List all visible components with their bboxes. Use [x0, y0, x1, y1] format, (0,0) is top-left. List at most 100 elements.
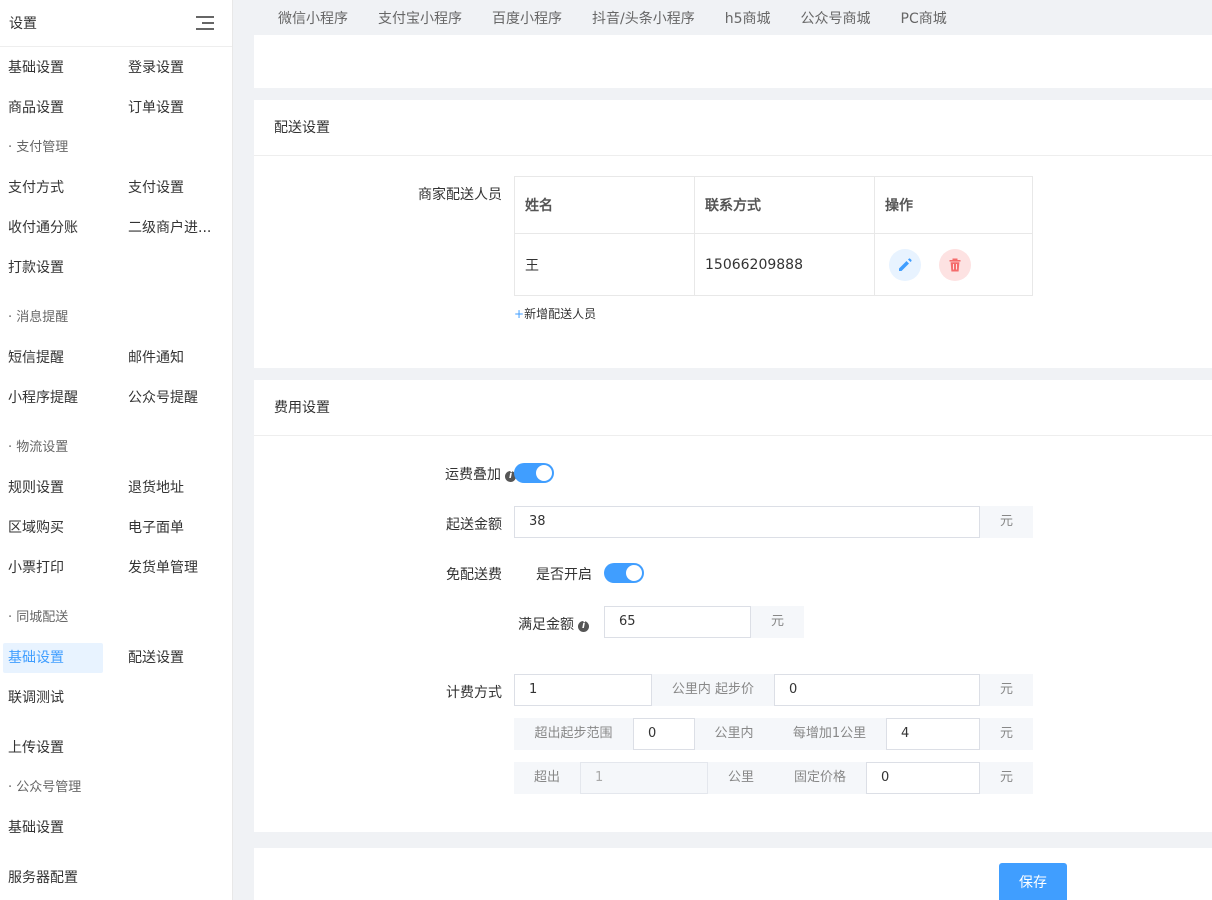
- sidebar-item-sms[interactable]: 短信提醒: [3, 343, 103, 373]
- sidebar-row: 收付通分账 二级商户进...: [0, 213, 233, 243]
- per-km-addon: 每增加1公里: [773, 718, 886, 750]
- sidebar-item-e-waybill[interactable]: 电子面单: [123, 513, 223, 543]
- sidebar-item-region-purchase[interactable]: 区域购买: [3, 513, 103, 543]
- plus-icon: +: [514, 307, 525, 321]
- sidebar-item-return-address[interactable]: 退货地址: [123, 473, 223, 503]
- km-addon: 公里: [708, 762, 774, 794]
- base-price-unit: 元: [980, 674, 1033, 706]
- beyond-km-input[interactable]: 0: [633, 718, 695, 750]
- fee-stack-label: 运费叠加 i: [445, 464, 516, 484]
- sidebar-item-order-settings[interactable]: 订单设置: [123, 93, 223, 123]
- tab-alipay-miniprogram[interactable]: 支付宝小程序: [378, 8, 462, 28]
- sidebar-item-login-settings[interactable]: 登录设置: [123, 53, 223, 83]
- delivery-settings-card: 配送设置 商家配送人员 姓名 联系方式 操作 王 15066209888 +新增…: [254, 100, 1212, 368]
- tab-wechat-miniprogram[interactable]: 微信小程序: [278, 8, 348, 28]
- info-icon[interactable]: i: [578, 621, 589, 632]
- column-header-actions: 操作: [874, 176, 1033, 234]
- sidebar-item-email[interactable]: 邮件通知: [123, 343, 223, 373]
- sidebar-item-basic-settings[interactable]: 基础设置: [3, 53, 103, 83]
- sidebar-row: 上传设置: [0, 733, 233, 763]
- per-km-price-input[interactable]: 4: [886, 718, 980, 750]
- edit-staff-button[interactable]: [889, 248, 921, 281]
- sidebar-row: 短信提醒 邮件通知: [0, 343, 233, 373]
- fixed-price-addon: 固定价格: [774, 762, 866, 794]
- exceed-km-input[interactable]: 1: [580, 762, 708, 794]
- fee-settings-title: 费用设置: [254, 380, 1212, 436]
- sidebar-item-delivery-settings[interactable]: 配送设置: [123, 643, 223, 673]
- sidebar-item-invoice-manage[interactable]: 发货单管理: [123, 553, 223, 583]
- sidebar-title: 设置: [9, 16, 37, 32]
- fixed-price-unit: 元: [980, 762, 1033, 794]
- min-amount-unit: 元: [980, 506, 1033, 538]
- tab-h5-mall[interactable]: h5商城: [725, 8, 771, 28]
- within-km-addon: 公里内: [695, 718, 773, 750]
- base-km-input[interactable]: 1: [514, 674, 652, 706]
- settings-sidebar: 设置 基础设置 登录设置 商品设置 订单设置 · 支付管理 支付方式 支付设置 …: [0, 0, 233, 900]
- sidebar-item-rules[interactable]: 规则设置: [3, 473, 103, 503]
- threshold-label: 满足金额 i: [518, 614, 589, 634]
- sidebar-row: 服务器配置: [0, 863, 233, 893]
- sidebar-group-official-account: · 公众号管理: [8, 780, 82, 795]
- column-header-name: 姓名: [514, 176, 695, 234]
- threshold-input[interactable]: 65: [604, 606, 751, 638]
- platform-tabs: 微信小程序 支付宝小程序 百度小程序 抖音/头条小程序 h5商城 公众号商城 P…: [233, 0, 1212, 35]
- tab-douyin-miniprogram[interactable]: 抖音/头条小程序: [592, 8, 695, 28]
- tab-official-account-mall[interactable]: 公众号商城: [801, 8, 871, 28]
- sidebar-item-upload-settings[interactable]: 上传设置: [3, 733, 103, 763]
- sidebar-group-local-delivery: · 同城配送: [8, 610, 69, 625]
- free-delivery-toggle[interactable]: [604, 563, 644, 583]
- sidebar-item-miniprogram-notify[interactable]: 小程序提醒: [3, 383, 103, 413]
- sidebar-row: 商品设置 订单设置: [0, 93, 233, 123]
- sidebar-row: 联调测试: [0, 683, 233, 713]
- tab-baidu-miniprogram[interactable]: 百度小程序: [492, 8, 562, 28]
- sidebar-row: 区域购买 电子面单: [0, 513, 233, 543]
- sidebar-group-logistics: · 物流设置: [8, 440, 69, 455]
- fee-settings-card: 费用设置 运费叠加 i 起送金额 38 元 免配送费 是否开启 满足金额 i 65 …: [254, 380, 1212, 832]
- exceed-addon: 超出: [514, 762, 580, 794]
- billing-method-label: 计费方式: [446, 685, 502, 701]
- add-delivery-staff-link[interactable]: +新增配送人员: [514, 305, 596, 322]
- per-km-unit: 元: [980, 718, 1033, 750]
- sidebar-row: 支付方式 支付设置: [0, 173, 233, 203]
- sidebar-item-receipt-print[interactable]: 小票打印: [3, 553, 103, 583]
- threshold-unit: 元: [751, 606, 804, 638]
- sidebar-group-payment: · 支付管理: [8, 140, 69, 155]
- tab-pc-mall[interactable]: PC商城: [901, 8, 947, 28]
- save-footer: [254, 848, 1212, 900]
- free-delivery-enable-label: 是否开启: [536, 567, 592, 583]
- trash-icon: [949, 258, 961, 271]
- sidebar-row: 小程序提醒 公众号提醒: [0, 383, 233, 413]
- sidebar-item-split-account[interactable]: 收付通分账: [3, 213, 103, 243]
- sidebar-header: 设置: [0, 0, 232, 47]
- sidebar-row: 规则设置 退货地址: [0, 473, 233, 503]
- min-amount-label: 起送金额: [446, 517, 502, 533]
- fixed-price-input[interactable]: 0: [866, 762, 980, 794]
- delivery-staff-label: 商家配送人员: [418, 187, 502, 203]
- fee-stack-toggle[interactable]: [514, 463, 554, 483]
- base-price-input[interactable]: 0: [774, 674, 980, 706]
- sidebar-row: 小票打印 发货单管理: [0, 553, 233, 583]
- sidebar-item-product-settings[interactable]: 商品设置: [3, 93, 103, 123]
- sidebar-item-payment-settings[interactable]: 支付设置: [123, 173, 223, 203]
- sidebar-item-payment-methods[interactable]: 支付方式: [3, 173, 103, 203]
- staff-phone-cell: 15066209888: [694, 233, 875, 296]
- delete-staff-button[interactable]: [939, 248, 971, 281]
- sidebar-row: 基础设置: [0, 813, 233, 843]
- base-km-addon: 公里内 起步价: [652, 674, 774, 706]
- free-delivery-label: 免配送费: [446, 567, 502, 583]
- min-amount-input[interactable]: 38: [514, 506, 980, 538]
- collapse-menu-icon[interactable]: [196, 15, 214, 31]
- sidebar-item-integration-test[interactable]: 联调测试: [3, 683, 103, 713]
- sidebar-item-server-config[interactable]: 服务器配置: [3, 863, 103, 893]
- sidebar-item-oa-basic-settings[interactable]: 基础设置: [3, 813, 103, 843]
- sidebar-item-sub-merchant[interactable]: 二级商户进...: [123, 213, 223, 243]
- sidebar-item-official-account-notify[interactable]: 公众号提醒: [123, 383, 223, 413]
- delivery-settings-title: 配送设置: [254, 100, 1212, 156]
- staff-actions-cell: [874, 233, 1033, 296]
- save-button[interactable]: 保存: [999, 863, 1067, 900]
- sidebar-row: 打款设置: [0, 253, 233, 283]
- sidebar-item-payout-settings[interactable]: 打款设置: [3, 253, 103, 283]
- sidebar-item-local-basic-settings[interactable]: 基础设置: [3, 643, 103, 673]
- sidebar-row: 基础设置 配送设置: [0, 643, 233, 673]
- delivery-staff-table: 姓名 联系方式 操作 王 15066209888: [514, 176, 1033, 296]
